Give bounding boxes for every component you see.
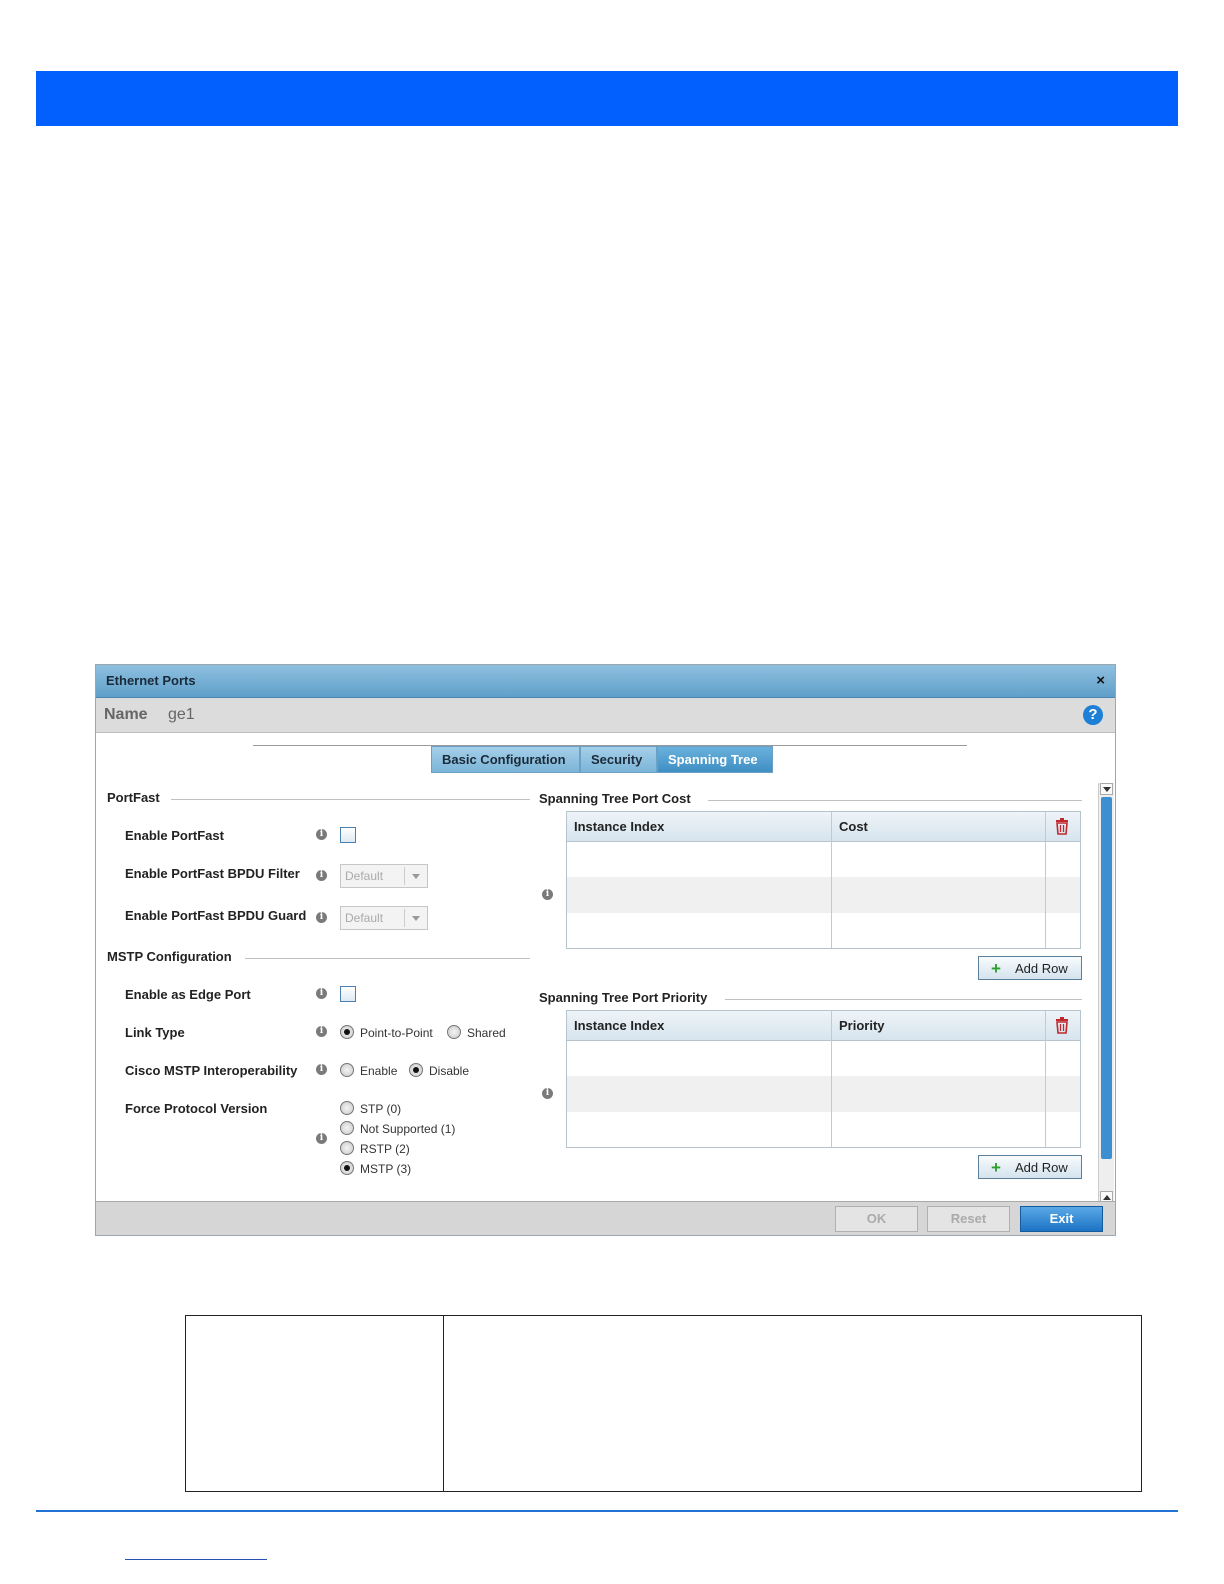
port-priority-separator: [725, 999, 1082, 1000]
help-icon[interactable]: ?: [1083, 705, 1103, 725]
tab-security[interactable]: Security: [580, 746, 657, 773]
radio-label: Shared: [467, 1026, 506, 1040]
chevron-down-icon: [404, 867, 427, 885]
name-value: ge1: [168, 706, 195, 723]
radio-label: Disable: [429, 1064, 470, 1078]
radio-label: Not Supported (1): [360, 1122, 456, 1136]
footer-link-underline: [125, 1559, 267, 1560]
column-divider: [831, 812, 832, 948]
add-row-button[interactable]: + Add Row: [978, 956, 1082, 980]
bpdu-filter-value: Default: [345, 869, 384, 883]
table-row[interactable]: [567, 877, 1080, 913]
plus-icon: +: [991, 1158, 1001, 1177]
name-bar: Name ge1: [96, 698, 1115, 733]
reset-button[interactable]: Reset: [927, 1206, 1010, 1232]
table-row[interactable]: [567, 1040, 1080, 1076]
info-icon: i: [316, 912, 327, 923]
dialog-titlebar: Ethernet Ports ×: [96, 665, 1115, 698]
port-priority-grid-header: Instance Index Priority: [567, 1011, 1080, 1041]
footer-rule: [36, 1510, 1178, 1512]
document-table: [185, 1315, 1142, 1492]
radio-mstp[interactable]: [340, 1161, 354, 1175]
port-cost-separator: [708, 800, 1082, 801]
port-cost-grid-header: Instance Index Cost: [567, 812, 1080, 842]
scrollbar-thumb[interactable]: [1101, 797, 1112, 1159]
enable-portfast-label: Enable PortFast: [125, 828, 224, 843]
dialog-title: Ethernet Ports: [106, 673, 196, 688]
trash-icon[interactable]: [1053, 1016, 1071, 1034]
scroll-up-icon[interactable]: [1100, 783, 1113, 795]
bpdu-guard-select[interactable]: Default: [340, 906, 428, 930]
radio-label: STP (0): [360, 1102, 402, 1116]
info-icon: i: [316, 1026, 327, 1037]
mstp-section-title: MSTP Configuration: [107, 949, 232, 964]
bpdu-guard-value: Default: [345, 911, 384, 925]
trash-icon[interactable]: [1053, 817, 1071, 835]
table-row[interactable]: [567, 913, 1080, 949]
radio-label: Point-to-Point: [360, 1026, 433, 1040]
exit-button[interactable]: Exit: [1020, 1206, 1103, 1232]
info-icon: i: [316, 1133, 327, 1144]
port-cost-grid: Instance Index Cost: [566, 811, 1081, 949]
radio-rstp[interactable]: [340, 1141, 354, 1155]
column-header: Cost: [839, 819, 868, 834]
name-label: Name: [104, 706, 148, 723]
column-divider: [831, 1011, 832, 1147]
portfast-section-title: PortFast: [107, 790, 160, 805]
radio-label: RSTP (2): [360, 1142, 410, 1156]
tab-spanning-tree[interactable]: Spanning Tree: [657, 746, 773, 773]
port-priority-grid: Instance Index Priority: [566, 1010, 1081, 1148]
add-row-label: Add Row: [1015, 961, 1068, 976]
bpdu-filter-label: Enable PortFast BPDU Filter: [125, 866, 300, 881]
port-priority-section-title: Spanning Tree Port Priority: [539, 990, 708, 1005]
info-icon: i: [542, 1088, 553, 1099]
bpdu-guard-label: Enable PortFast BPDU Guard: [125, 908, 307, 923]
column-divider: [1045, 812, 1046, 948]
tab-basic-configuration[interactable]: Basic Configuration: [431, 746, 580, 773]
radio-disable[interactable]: [409, 1063, 423, 1077]
table-divider: [443, 1316, 444, 1491]
info-icon: i: [316, 870, 327, 881]
radio-stp[interactable]: [340, 1101, 354, 1115]
info-icon: i: [542, 889, 553, 900]
chevron-down-icon: [404, 909, 427, 927]
info-icon: i: [316, 988, 327, 999]
radio-label: Enable: [360, 1064, 398, 1078]
column-header: Instance Index: [574, 819, 665, 834]
edge-port-checkbox[interactable]: [340, 986, 356, 1002]
close-icon[interactable]: ×: [1096, 672, 1105, 689]
add-row-button[interactable]: + Add Row: [978, 1155, 1082, 1179]
port-cost-section-title: Spanning Tree Port Cost: [539, 791, 691, 806]
dialog-footer: OK Reset Exit: [96, 1201, 1115, 1235]
column-divider: [1045, 1011, 1046, 1147]
enable-portfast-checkbox[interactable]: [340, 827, 356, 843]
radio-shared[interactable]: [447, 1025, 461, 1039]
column-header: Priority: [839, 1018, 885, 1033]
table-row[interactable]: [567, 1076, 1080, 1112]
portfast-separator: [171, 799, 530, 800]
edge-port-label: Enable as Edge Port: [125, 987, 251, 1002]
cisco-mstp-label: Cisco MSTP Interoperability: [125, 1063, 298, 1078]
table-row[interactable]: [567, 841, 1080, 877]
add-row-label: Add Row: [1015, 1160, 1068, 1175]
link-type-label: Link Type: [125, 1025, 185, 1040]
bpdu-filter-select[interactable]: Default: [340, 864, 428, 888]
force-protocol-label: Force Protocol Version: [125, 1101, 268, 1116]
radio-point-to-point[interactable]: [340, 1025, 354, 1039]
info-icon: i: [316, 1064, 327, 1075]
column-header: Instance Index: [574, 1018, 665, 1033]
info-icon: i: [316, 829, 327, 840]
radio-enable[interactable]: [340, 1063, 354, 1077]
radio-not-supported[interactable]: [340, 1121, 354, 1135]
ok-button[interactable]: OK: [835, 1206, 918, 1232]
ethernet-ports-dialog: Ethernet Ports × Name ge1 ? Basic Config…: [95, 664, 1116, 1236]
mstp-separator: [245, 958, 530, 959]
plus-icon: +: [991, 959, 1001, 978]
vertical-scrollbar[interactable]: [1098, 783, 1114, 1203]
radio-label: MSTP (3): [360, 1162, 412, 1176]
table-row[interactable]: [567, 1112, 1080, 1148]
document-header-band: [36, 71, 1178, 126]
